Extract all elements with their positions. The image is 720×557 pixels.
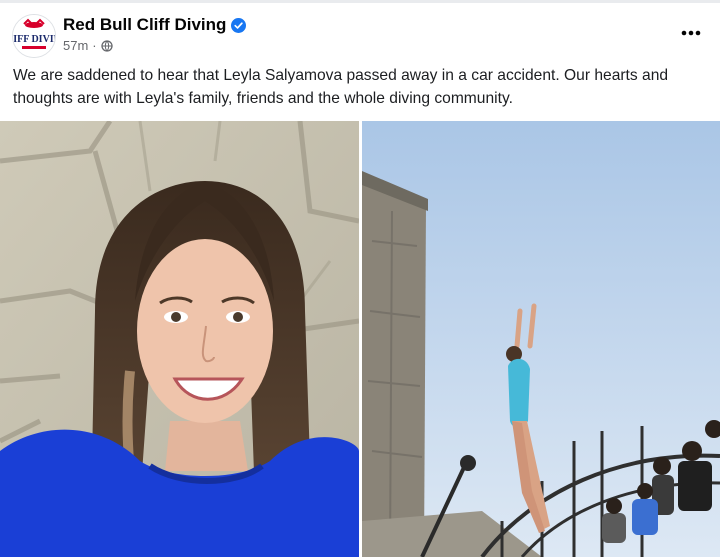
red-bull-cliff-diving-logo: CLIFF DIVING (13, 15, 55, 57)
post-timestamp[interactable]: 57m (63, 38, 88, 53)
globe-icon[interactable] (100, 39, 113, 52)
page-name-link[interactable]: Red Bull Cliff Diving (63, 15, 226, 35)
diving-photo[interactable] (362, 121, 720, 557)
meta-separator: · (92, 38, 97, 53)
page-avatar[interactable]: CLIFF DIVING (12, 14, 56, 58)
more-options-button[interactable] (676, 18, 706, 48)
diving-image (362, 121, 720, 557)
top-border (0, 0, 720, 3)
avatar-logo-text: CLIFF DIVING (13, 34, 55, 45)
more-options-icon (681, 30, 701, 36)
portrait-photo[interactable] (0, 121, 359, 557)
post-text: We are saddened to hear that Leyla Salya… (13, 67, 669, 107)
page-name-row: Red Bull Cliff Diving (63, 15, 247, 35)
portrait-image (0, 121, 359, 557)
verified-badge-icon (231, 17, 247, 33)
post-meta: 57m · (63, 38, 113, 53)
